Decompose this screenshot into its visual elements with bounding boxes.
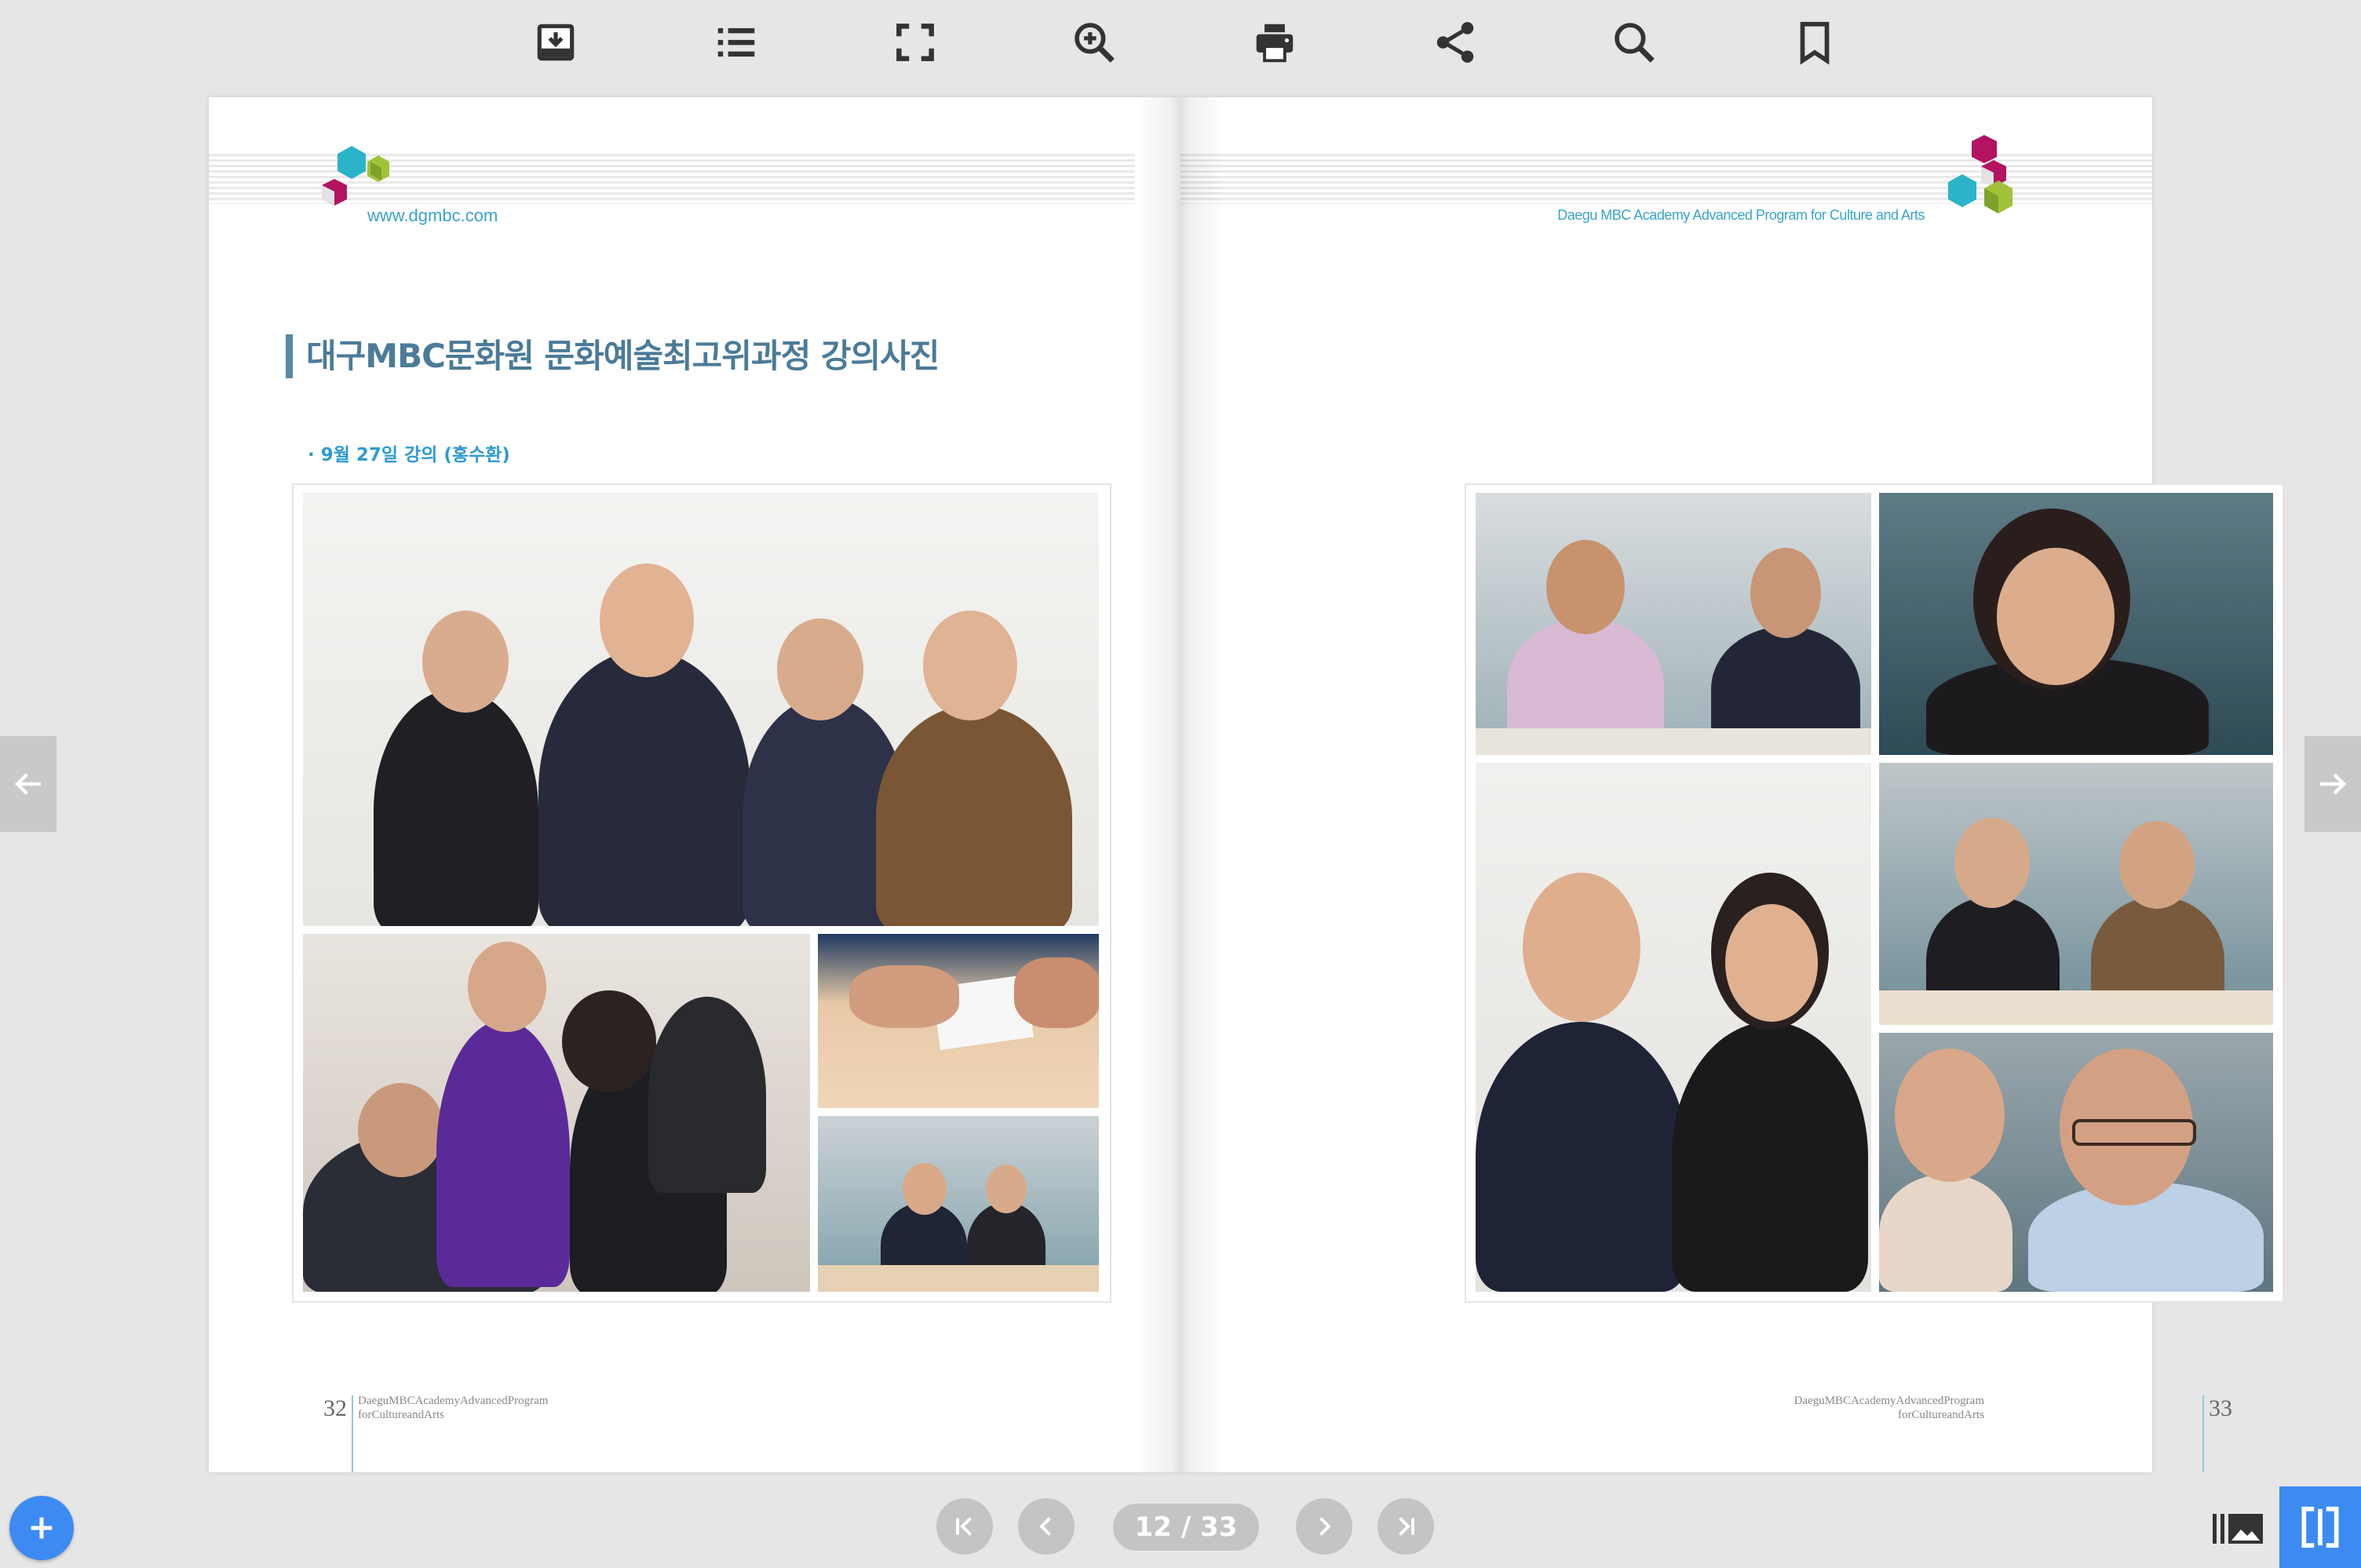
photo-man-glasses (1879, 1033, 2273, 1292)
first-page-icon (956, 1517, 972, 1536)
photo-collage-right (1465, 483, 2284, 1303)
add-button[interactable] (9, 1496, 74, 1560)
print-button[interactable] (1246, 14, 1303, 71)
fullscreen-icon (896, 24, 934, 61)
footer-divider (352, 1395, 353, 1472)
share-button[interactable] (1427, 14, 1483, 71)
last-page-icon (1399, 1517, 1414, 1536)
fullscreen-button[interactable] (887, 14, 943, 71)
thumbnails-button[interactable] (2209, 1499, 2268, 1559)
page-number-right: 33 (2209, 1395, 2232, 1421)
bookmark-button[interactable] (1786, 14, 1843, 71)
previous-page-button[interactable] (1018, 1498, 1075, 1555)
photo-women-seated (1879, 763, 2273, 1025)
two-page-view-button[interactable] (2279, 1486, 2361, 1568)
photo-pair-seated (818, 1116, 1099, 1292)
site-url: www.dgmbc.com (367, 206, 498, 225)
thumbnails-icon (2213, 1514, 2263, 1544)
download-icon (537, 24, 575, 61)
search-button[interactable] (1606, 14, 1662, 71)
book-spread-icon (2301, 1506, 2339, 1548)
plus-icon (31, 1517, 53, 1539)
search-icon (1615, 23, 1655, 63)
lecture-subtitle: · 9월 27일 강의 (홍수환) (308, 445, 510, 465)
table-of-contents-button[interactable] (708, 14, 764, 71)
arrow-right-icon (2320, 773, 2347, 795)
first-page-button[interactable] (936, 1498, 993, 1555)
footer-text-left: DaeguMBCAcademyAdvancedProgram forCultur… (358, 1395, 549, 1421)
photo-woman-portrait (1879, 493, 2273, 755)
book-spread: www.dgmbc.com 대구MBC문화원 문화예술최고위과정 강의사진 · … (209, 97, 2284, 1472)
top-toolbar (0, 0, 2361, 86)
photo-collage-left (292, 483, 1111, 1303)
share-icon (1436, 22, 1474, 63)
program-tagline: Daegu MBC Academy Advanced Program for C… (1557, 207, 1925, 223)
footer-text-right: DaeguMBCAcademyAdvancedProgram forCultur… (1794, 1395, 1984, 1421)
last-page-button[interactable] (1378, 1498, 1434, 1555)
right-page: Daegu MBC Academy Advanced Program for C… (1180, 97, 2284, 1472)
chevron-right-icon (1319, 1517, 1331, 1536)
next-page-button[interactable] (1296, 1498, 1352, 1555)
zoom-in-icon (1075, 23, 1115, 63)
page-number-left: 32 (323, 1395, 347, 1421)
photo-group (303, 493, 1099, 926)
table-of-contents-icon (717, 27, 755, 57)
left-page: www.dgmbc.com 대구MBC문화원 문화예술최고위과정 강의사진 · … (209, 97, 1180, 1472)
zoom-in-button[interactable] (1066, 14, 1122, 71)
footer-divider (2202, 1395, 2204, 1472)
print-icon (1256, 24, 1294, 63)
photo-pair-portrait (1476, 763, 1871, 1292)
arrow-left-icon (14, 773, 41, 795)
bookmark-icon (1800, 21, 1830, 65)
photo-pen-closeup (818, 934, 1099, 1108)
title-accent-bar (286, 334, 293, 378)
download-button[interactable] (527, 14, 584, 71)
page-title: 대구MBC문화원 문화예술최고위과정 강의사진 (306, 337, 940, 375)
chevron-left-icon (1039, 1517, 1051, 1536)
photo-signing (303, 934, 810, 1292)
photo-men-seated (1476, 493, 1871, 755)
next-page-side-button[interactable] (2304, 736, 2361, 832)
page-indicator: 12 / 33 (1113, 1504, 1259, 1551)
academy-logo-icon (1948, 135, 2013, 213)
previous-page-side-button[interactable] (0, 736, 57, 832)
